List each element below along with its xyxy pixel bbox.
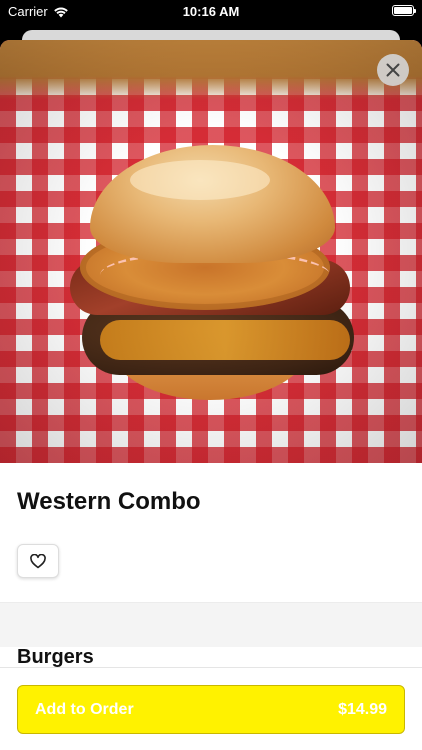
add-to-order-button[interactable]: Add to Order $14.99	[17, 685, 405, 734]
close-button[interactable]	[377, 54, 409, 86]
cheese	[100, 320, 350, 360]
section-divider	[0, 602, 422, 647]
clock: 10:16 AM	[182, 4, 240, 19]
item-detail-sheet: Western Combo Burgers Add to Order $14.9…	[0, 40, 422, 750]
bottom-action-bar: Add to Order $14.99	[0, 667, 422, 750]
category-heading: Burgers	[17, 646, 94, 668]
favorite-button[interactable]	[17, 544, 59, 578]
item-title: Western Combo	[17, 488, 201, 515]
add-to-order-label: Add to Order	[35, 700, 134, 718]
burger-illustration	[60, 100, 360, 405]
close-icon	[386, 63, 400, 77]
burger-photo	[0, 40, 422, 463]
price-label: $14.99	[338, 700, 387, 718]
heart-outline-icon	[30, 553, 46, 568]
battery-full-icon	[392, 5, 416, 16]
status-bar: Carrier 10:16 AM	[0, 0, 422, 24]
